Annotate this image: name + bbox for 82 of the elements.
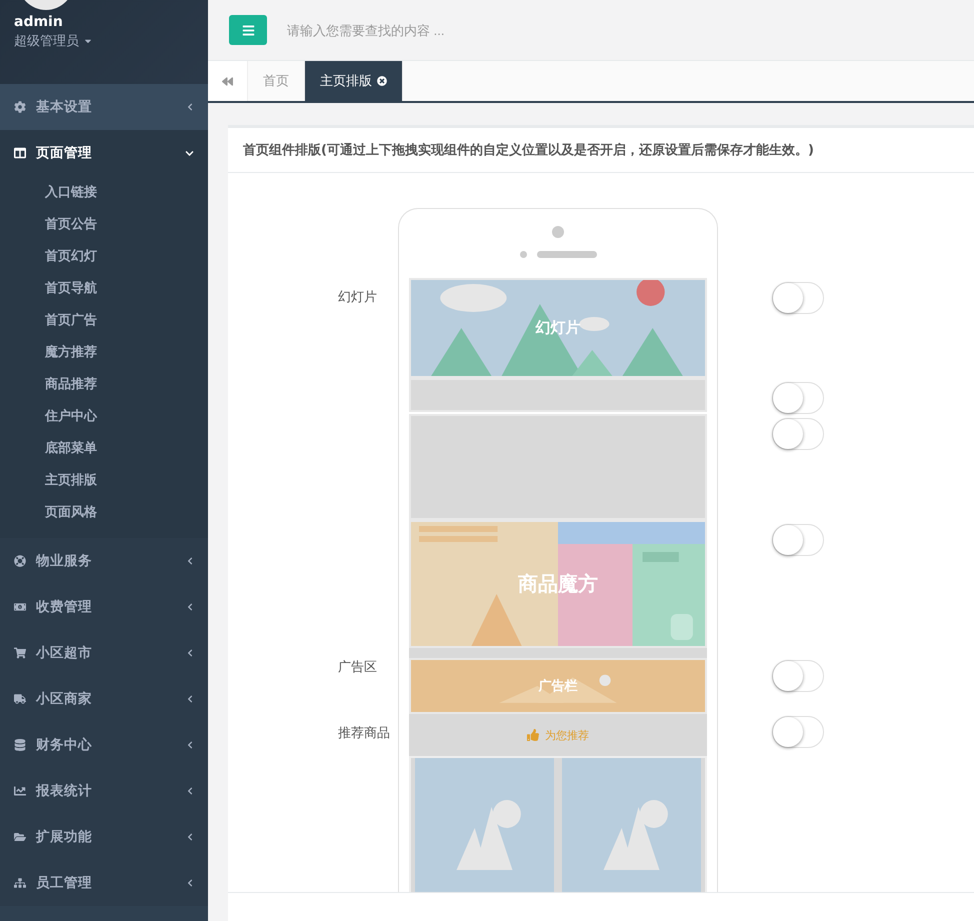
chevron-left-icon — [186, 879, 194, 887]
chevron-left-icon — [186, 695, 194, 703]
speaker-bar — [536, 251, 596, 258]
menu-label: 财务中心 — [36, 736, 93, 754]
menu-label: 小区超市 — [36, 644, 93, 662]
tab-label: 首页 — [263, 73, 289, 90]
component-label: 广告区 — [337, 659, 377, 677]
submenu-item[interactable]: 页面风格 — [0, 496, 208, 528]
database-icon — [14, 739, 26, 751]
chevron-left-icon — [186, 103, 194, 111]
menu-label: 基本设置 — [36, 98, 93, 116]
user-name: admin — [14, 14, 64, 30]
menu-label: 物业服务 — [36, 552, 93, 570]
gear-icon — [14, 101, 26, 113]
submenu-item[interactable]: 首页广告 — [0, 304, 208, 336]
close-icon[interactable] — [377, 76, 387, 86]
chevron-left-icon — [186, 833, 194, 841]
menu-label: 收费管理 — [36, 598, 93, 616]
menu-label: 小区商家 — [36, 690, 93, 708]
component-label: 幻灯片 — [337, 289, 377, 307]
submenu-item[interactable]: 商品推荐 — [0, 368, 208, 400]
menu-item[interactable]: 报表统计 — [0, 768, 208, 814]
line-chart-icon — [14, 785, 26, 797]
toggle-switch[interactable] — [772, 418, 824, 450]
camera-dot — [552, 226, 564, 238]
submenu-item[interactable]: 底部菜单 — [0, 432, 208, 464]
menu-label: 报表统计 — [36, 782, 93, 800]
menu-item[interactable]: 员工管理 — [0, 860, 208, 906]
menu-item[interactable]: 收费管理 — [0, 584, 208, 630]
menu-item[interactable]: 页面管理 — [0, 130, 208, 176]
scroll-left-button[interactable] — [208, 61, 248, 101]
toggle-switch[interactable] — [772, 282, 824, 314]
component-label: 推荐商品 — [337, 725, 390, 743]
submenu-item[interactable]: 首页导航 — [0, 272, 208, 304]
submenu-item[interactable]: 首页公告 — [0, 208, 208, 240]
sitemap-icon — [14, 877, 26, 889]
cart-icon — [14, 647, 26, 659]
menu-item[interactable]: 扩展功能 — [0, 814, 208, 860]
folder-icon — [14, 831, 26, 843]
menu-icon — [242, 24, 254, 36]
menu-item[interactable]: 物业服务 — [0, 538, 208, 584]
chevron-left-icon — [186, 649, 194, 657]
submenu-item[interactable]: 入口链接 — [0, 176, 208, 208]
toggle-switch[interactable] — [772, 382, 824, 414]
submenu-item[interactable]: 首页幻灯 — [0, 240, 208, 272]
user-role[interactable]: 超级管理员 — [14, 32, 194, 50]
menu-item[interactable]: 小区超市 — [0, 630, 208, 676]
search-field[interactable]: 请输入您需要查找的内容 ... — [285, 22, 689, 38]
chevron-left-icon — [186, 603, 194, 611]
tab[interactable]: 主页排版 — [305, 61, 403, 101]
banknote-icon — [14, 601, 26, 613]
section-caption: 幻灯片 — [534, 318, 582, 338]
section-caption: 广告栏 — [538, 678, 578, 695]
chevron-left-icon — [186, 787, 194, 795]
truck-icon — [14, 693, 26, 705]
toggle-switch[interactable] — [772, 524, 824, 556]
section-caption: 商品魔方 — [517, 570, 599, 598]
menu-item[interactable]: 财务中心 — [0, 722, 208, 768]
card-title: 首页组件排版(可通过上下拖拽实现组件的自定义位置以及是否开启，还原设置后需保存才能生效。) — [228, 128, 974, 173]
submenu-item[interactable]: 魔方推荐 — [0, 336, 208, 368]
toggle-switch[interactable] — [772, 716, 824, 748]
toggle-switch[interactable] — [772, 660, 824, 692]
submenu-item[interactable]: 住户中心 — [0, 400, 208, 432]
component-section[interactable] — [409, 378, 707, 412]
menu-item[interactable]: 小区商家 — [0, 676, 208, 722]
columns-icon — [14, 147, 26, 159]
chevron-left-icon — [186, 557, 194, 565]
section-caption: 为您推荐 — [545, 728, 589, 742]
menu-label: 扩展功能 — [36, 828, 93, 846]
menu-item[interactable]: 基本设置 — [0, 84, 208, 130]
rewind-icon — [222, 76, 233, 86]
menu-label: 页面管理 — [36, 144, 93, 162]
tab-label: 主页排版 — [320, 73, 372, 90]
menu-button[interactable] — [229, 15, 267, 45]
menu-label: 员工管理 — [36, 874, 93, 892]
sensor-dot — [520, 251, 526, 258]
component-section[interactable] — [409, 414, 707, 520]
thumbs-up-icon — [527, 729, 539, 741]
chevron-down-icon — [185, 148, 194, 158]
lifebuoy-icon — [14, 555, 26, 567]
chevron-left-icon — [186, 741, 194, 749]
submenu-item[interactable]: 主页排版 — [0, 464, 208, 496]
